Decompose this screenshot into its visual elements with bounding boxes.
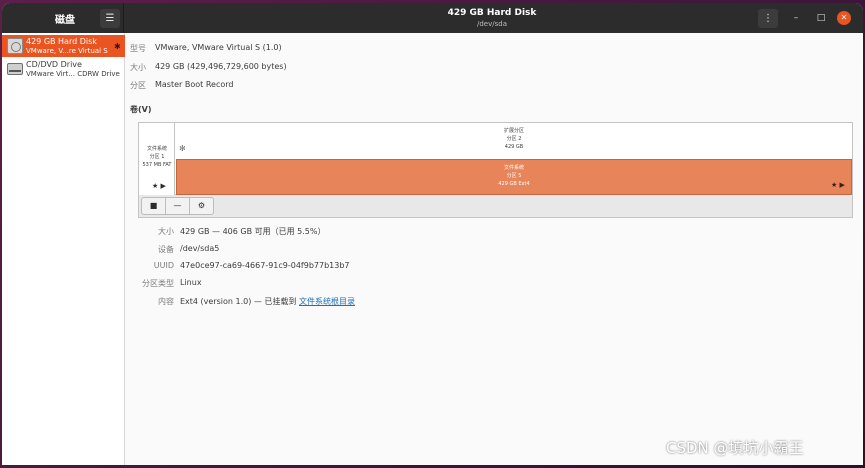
close-button[interactable]: ✕ <box>837 11 851 25</box>
extended-partition-type: 扩展分区 <box>503 128 524 134</box>
uuid-label: UUID <box>153 261 174 270</box>
volume-size-value: 429 GB — 406 GB 可用（已用 5.5%） <box>180 227 326 236</box>
partitioning-value: Master Boot Record <box>155 80 234 89</box>
partition-1-block[interactable]: 文件系统 分区 1 537 MB FAT ★ ▶ <box>139 123 175 195</box>
device-label: 设备 <box>158 245 174 254</box>
volume-toolbar: ■ — ⚙ <box>138 195 853 218</box>
vertical-dots-icon[interactable]: ⋮ <box>758 9 778 28</box>
window-title: 429 GB Hard Disk <box>447 8 537 18</box>
hamburger-icon[interactable]: ☰ <box>100 9 120 28</box>
drive-name: CD/DVD Drive <box>26 60 82 69</box>
volume-size-label: 大小 <box>158 227 174 236</box>
disk-size-value: 429 GB (429,496,729,600 bytes) <box>155 62 287 71</box>
additional-options-button[interactable]: ⚙ <box>189 197 214 215</box>
contents-value: Ext4 (version 1.0) — 已挂载到 文件系统根目录 <box>180 296 355 307</box>
watermark: CSDN @填坑小霸王 <box>666 439 804 457</box>
partitioning-label: 分区 <box>130 81 146 90</box>
model-label: 型号 <box>130 44 146 53</box>
partition-type-value: Linux <box>180 278 202 287</box>
mount-mark-icon: ★ ▶ <box>152 182 166 190</box>
drive-name: 429 GB Hard Disk <box>26 37 97 46</box>
minimize-button[interactable]: – <box>789 11 803 25</box>
partition-5-block[interactable]: 文件系统 分区 5 429 GB Ext4 ★ ▶ <box>176 159 852 195</box>
maximize-button[interactable]: □ <box>814 11 828 25</box>
drive-item-hard-disk[interactable]: 429 GB Hard Disk VMware, V...re Virtual … <box>2 35 125 57</box>
drive-description: VMware, V...re Virtual S <box>26 47 108 55</box>
drive-item-cd-dvd[interactable]: CD/DVD Drive VMware Virt... CDRW Drive <box>2 58 125 80</box>
hard-disk-icon <box>7 38 23 54</box>
extended-partition-block[interactable]: ✻ 扩展分区 分区 2 429 GB <box>176 123 852 159</box>
uuid-value: 47e0ce97-ca69-4667-91c9-04f9b77b13b7 <box>180 261 350 270</box>
app-title: 磁盘 <box>55 15 75 26</box>
volume-map: 文件系统 分区 1 537 MB FAT ★ ▶ ✻ 扩展分区 分区 2 429… <box>138 122 853 195</box>
volumes-heading: 卷(V) <box>130 105 152 114</box>
mount-point-link[interactable]: 文件系统根目录 <box>299 297 355 306</box>
drive-list: 429 GB Hard Disk VMware, V...re Virtual … <box>2 33 125 465</box>
header-bar: 磁盘 ☰ 429 GB Hard Disk /dev/sda ⋮ – □ ✕ <box>2 3 863 33</box>
sidebar-header: 磁盘 ☰ <box>2 3 124 33</box>
drive-details: 型号 VMware, VMware Virtual S (1.0) 大小 429… <box>126 33 863 465</box>
partition-1-size: 537 MB FAT <box>142 162 172 168</box>
extended-partition-size: 429 GB <box>504 144 524 150</box>
contents-label: 内容 <box>158 297 174 306</box>
disks-window: 磁盘 ☰ 429 GB Hard Disk /dev/sda ⋮ – □ ✕ 4… <box>2 3 863 465</box>
activity-spinner-icon: ✱ <box>114 42 121 51</box>
device-value: /dev/sda5 <box>180 244 220 253</box>
partition-1-name: 分区 1 <box>149 154 165 160</box>
window-subtitle: /dev/sda <box>477 20 507 28</box>
delete-partition-button[interactable]: — <box>165 197 190 215</box>
partition-5-type: 文件系统 <box>503 165 524 171</box>
contents-text: Ext4 (version 1.0) — 已挂载到 <box>180 297 297 306</box>
disk-size-label: 大小 <box>130 63 146 72</box>
partition-1-type: 文件系统 <box>146 146 167 152</box>
unmount-button[interactable]: ■ <box>141 197 166 215</box>
mount-mark-icon: ★ ▶ <box>831 181 845 189</box>
partition-type-label: 分区类型 <box>142 279 174 288</box>
optical-drive-icon <box>7 63 23 75</box>
partition-5-size: 429 GB Ext4 <box>498 181 530 187</box>
drive-description: VMware Virt... CDRW Drive <box>26 70 120 78</box>
extended-partition-name: 分区 2 <box>506 136 522 142</box>
partition-5-name: 分区 5 <box>506 173 522 179</box>
model-value: VMware, VMware Virtual S (1.0) <box>155 43 282 52</box>
